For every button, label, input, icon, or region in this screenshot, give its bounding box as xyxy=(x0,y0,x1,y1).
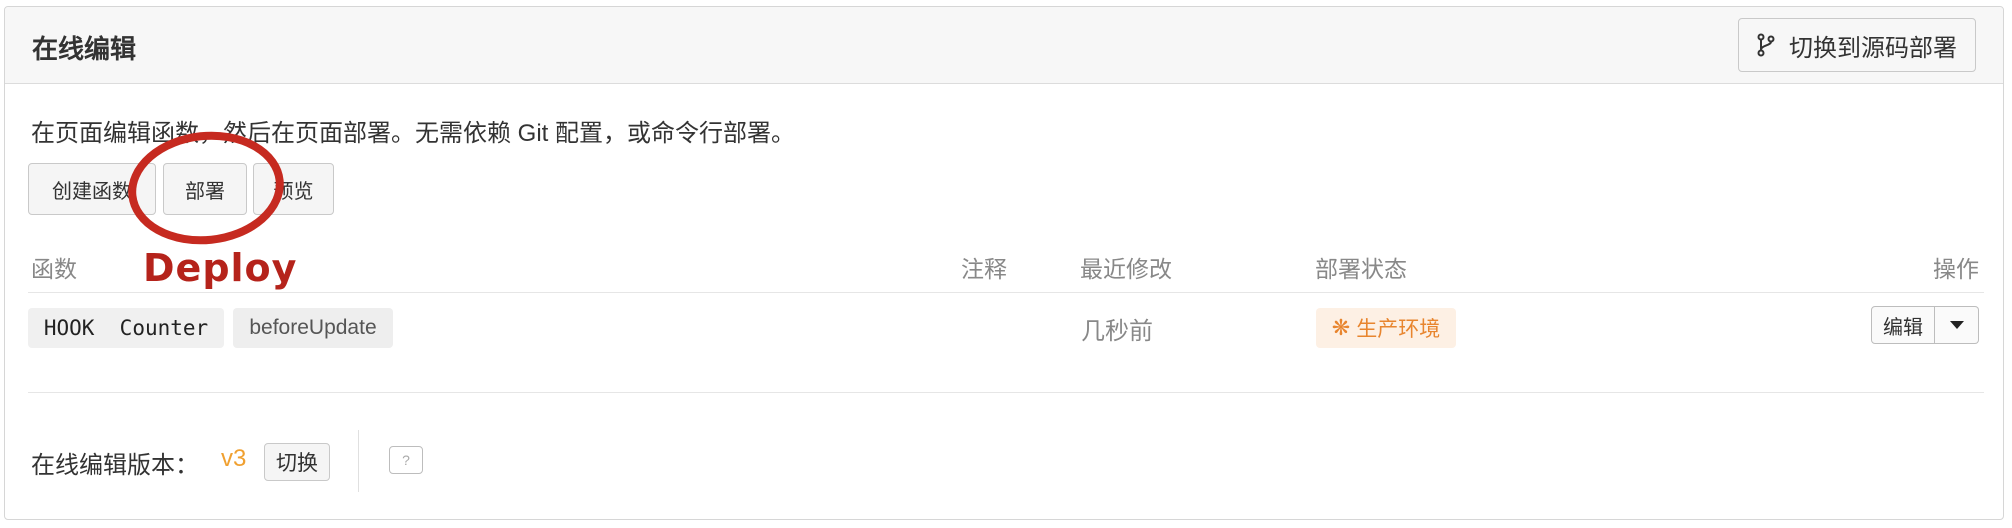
table-header-divider xyxy=(28,292,1984,293)
switch-to-source-deploy-label: 切换到源码部署 xyxy=(1789,34,1957,62)
preview-button[interactable]: 预览 xyxy=(253,163,334,215)
annotation-deploy-label: Deploy xyxy=(143,246,298,290)
status-label: 生产环境 xyxy=(1356,318,1441,341)
help-icon[interactable]: ? xyxy=(389,446,423,474)
function-name-tag[interactable]: HOOK Counter xyxy=(28,308,224,348)
panel-header: 在线编辑 切换到源码部署 xyxy=(5,7,2003,84)
hook-type-tag: beforeUpdate xyxy=(233,308,393,348)
vertical-divider xyxy=(358,430,359,492)
column-header-function: 函数 xyxy=(31,256,77,282)
production-star-icon: ❋ xyxy=(1331,315,1351,340)
last-modified-value: 几秒前 xyxy=(1081,318,1153,345)
create-function-button[interactable]: 创建函数 xyxy=(28,163,156,215)
chevron-down-icon xyxy=(1949,321,1964,329)
edit-button-group: 编辑 xyxy=(1871,306,1979,344)
column-header-deploy-status: 部署状态 xyxy=(1315,256,1407,282)
column-header-last-modified: 最近修改 xyxy=(1080,256,1172,282)
edit-dropdown-toggle[interactable] xyxy=(1935,306,1979,344)
deploy-button[interactable]: 部署 xyxy=(163,163,247,215)
git-branch-icon xyxy=(1757,33,1775,57)
online-edit-version-value: v3 xyxy=(221,445,247,472)
panel-description: 在页面编辑函数，然后在页面部署。无需依赖 Git 配置，或命令行部署。 xyxy=(31,120,796,147)
panel-title: 在线编辑 xyxy=(32,34,137,64)
edit-button[interactable]: 编辑 xyxy=(1871,306,1935,344)
section-divider xyxy=(28,392,1984,393)
switch-version-button[interactable]: 切换 xyxy=(264,443,330,481)
switch-to-source-deploy-button[interactable]: 切换到源码部署 xyxy=(1738,18,1976,72)
online-edit-version-label: 在线编辑版本： xyxy=(31,452,199,479)
column-header-operations: 操作 xyxy=(1933,256,1979,282)
status-badge: ❋ 生产环境 xyxy=(1316,308,1456,348)
column-header-note: 注释 xyxy=(961,256,1007,282)
